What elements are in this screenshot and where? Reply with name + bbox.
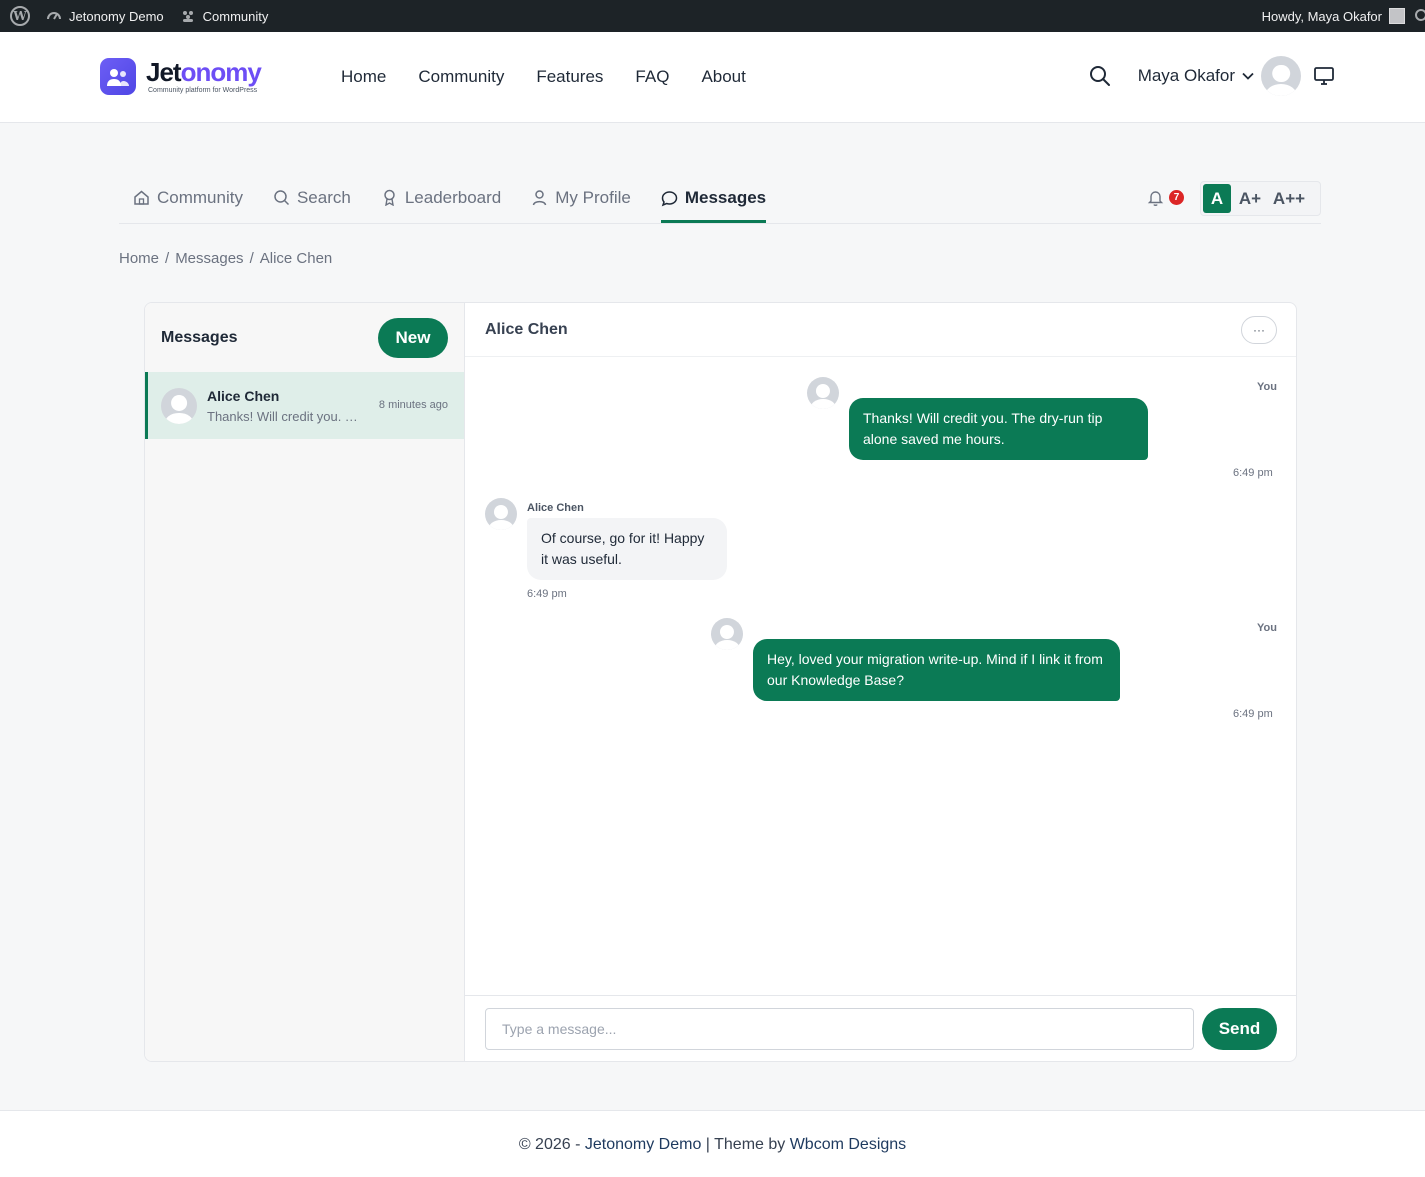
font-size-default-button[interactable]: A <box>1203 184 1231 213</box>
search-icon <box>274 190 289 206</box>
tab-leaderboard[interactable]: Leaderboard <box>381 176 501 219</box>
breadcrumb-separator: / <box>165 250 170 267</box>
footer-site-link[interactable]: Jetonomy Demo <box>585 1136 702 1153</box>
message-time: 6:49 pm <box>527 588 567 600</box>
message-sender: Alice Chen <box>527 502 584 514</box>
tab-my-profile-label: My Profile <box>555 187 631 207</box>
site-logo[interactable]: Jetonomy Community platform for WordPres… <box>100 57 262 95</box>
chat-icon <box>661 190 678 206</box>
notifications-button[interactable]: 7 <box>1147 188 1187 210</box>
nav-faq[interactable]: FAQ <box>635 67 669 87</box>
nav-community[interactable]: Community <box>418 67 504 87</box>
community-subnav: Community Search Leaderboard My Profile … <box>119 176 1321 224</box>
conversation-sidebar: Messages New Alice Chen Thanks! Will cre… <box>145 303 465 1061</box>
monitor-icon[interactable] <box>1313 65 1335 87</box>
conversation-time: 8 minutes ago <box>378 399 448 411</box>
message-bubble: Of course, go for it! Happy it was usefu… <box>527 518 727 580</box>
font-size-large-button[interactable]: A+ <box>1235 184 1265 213</box>
breadcrumb: Home / Messages / Alice Chen <box>119 250 332 267</box>
community-label: Community <box>202 8 269 24</box>
tab-messages[interactable]: Messages <box>660 176 767 223</box>
tab-community-label: Community <box>157 187 243 207</box>
user-icon <box>533 190 547 206</box>
messages-panel: Messages New Alice Chen Thanks! Will cre… <box>144 302 1297 1062</box>
breadcrumb-separator: / <box>249 250 254 267</box>
conversation-avatar <box>161 387 197 424</box>
tab-community[interactable]: Community <box>133 176 243 219</box>
howdy-text: Howdy, Maya Okafor <box>1261 8 1382 24</box>
font-size-switcher: A A+ A++ <box>1200 181 1321 216</box>
group-icon <box>182 11 193 22</box>
site-header: Jetonomy Community platform for WordPres… <box>0 32 1425 123</box>
tab-my-profile[interactable]: My Profile <box>531 176 631 219</box>
nav-features[interactable]: Features <box>536 67 603 87</box>
wordpress-icon: W <box>10 6 30 26</box>
footer-credits: © 2026 - Jetonomy Demo | Theme by Wbcom … <box>518 1136 907 1153</box>
tab-messages-label: Messages <box>684 188 767 207</box>
award-icon <box>384 189 395 206</box>
dashboard-icon <box>47 12 61 20</box>
site-name-link[interactable]: Jetonomy Demo <box>38 0 172 32</box>
message-time: 6:49 pm <box>1233 708 1273 720</box>
wordpress-logo-button[interactable]: W <box>2 0 38 32</box>
chat-title: Alice Chen <box>485 321 568 338</box>
logo-wordmark: Jetonomy <box>146 57 262 87</box>
community-link[interactable]: Community <box>172 0 277 32</box>
user-menu[interactable]: Maya Okafor <box>1138 66 1255 86</box>
conversation-name: Alice Chen <box>207 387 280 404</box>
logo-tagline: Community platform for WordPress <box>148 87 258 94</box>
bell-icon <box>1147 191 1164 206</box>
new-message-button[interactable]: New <box>378 317 448 358</box>
my-account-menu[interactable]: Howdy, Maya Okafor <box>1254 0 1407 32</box>
main-nav: Home Community Features FAQ About <box>341 67 746 87</box>
message-sender: You <box>1257 622 1277 634</box>
breadcrumb-current: Alice Chen <box>259 250 333 267</box>
message-time: 6:49 pm <box>1233 467 1273 479</box>
sidebar-title: Messages <box>161 328 238 346</box>
site-name: Jetonomy Demo <box>69 8 164 24</box>
tab-search-label: Search <box>296 187 351 207</box>
user-avatar[interactable] <box>1261 56 1301 96</box>
tab-search[interactable]: Search <box>273 176 351 219</box>
message-avatar <box>485 498 517 530</box>
message-input[interactable] <box>485 1008 1194 1050</box>
notification-count-badge: 7 <box>1169 190 1184 205</box>
message-avatar <box>807 377 839 409</box>
chevron-down-icon <box>1242 72 1254 80</box>
send-button[interactable]: Send <box>1202 1008 1277 1050</box>
footer-theme-link[interactable]: Wbcom Designs <box>790 1136 906 1153</box>
nav-about[interactable]: About <box>701 67 745 87</box>
breadcrumb-home[interactable]: Home <box>119 250 159 267</box>
chat-pane: Alice Chen ··· You Thanks! Will credit y… <box>465 303 1296 1061</box>
nav-home[interactable]: Home <box>341 67 386 87</box>
breadcrumb-messages[interactable]: Messages <box>175 250 243 267</box>
admin-bar: W Jetonomy Demo Community Howdy, Maya Ok… <box>0 0 1425 32</box>
tab-leaderboard-label: Leaderboard <box>404 187 502 207</box>
message-bubble: Hey, loved your migration write-up. Mind… <box>753 639 1120 701</box>
admin-search-icon[interactable] <box>1413 8 1425 24</box>
message-sender: You <box>1257 381 1277 393</box>
logo-mark-icon <box>100 58 136 95</box>
message-avatar <box>711 618 743 650</box>
site-footer: © 2026 - Jetonomy Demo | Theme by Wbcom … <box>0 1110 1425 1177</box>
chat-header: Alice Chen ··· <box>465 303 1296 357</box>
header-search-icon[interactable] <box>1088 64 1112 88</box>
home-icon <box>134 190 149 205</box>
message-bubble: Thanks! Will credit you. The dry-run tip… <box>849 398 1148 460</box>
admin-avatar <box>1389 8 1405 24</box>
message-composer: Send <box>465 995 1296 1061</box>
conversation-item[interactable]: Alice Chen Thanks! Will credit you. The … <box>145 372 464 439</box>
font-size-xlarge-button[interactable]: A++ <box>1269 184 1309 213</box>
more-options-button[interactable]: ··· <box>1241 316 1277 344</box>
user-name: Maya Okafor <box>1137 66 1235 85</box>
conversation-preview: Thanks! Will credit you. The dry-run tip… <box>207 408 362 424</box>
